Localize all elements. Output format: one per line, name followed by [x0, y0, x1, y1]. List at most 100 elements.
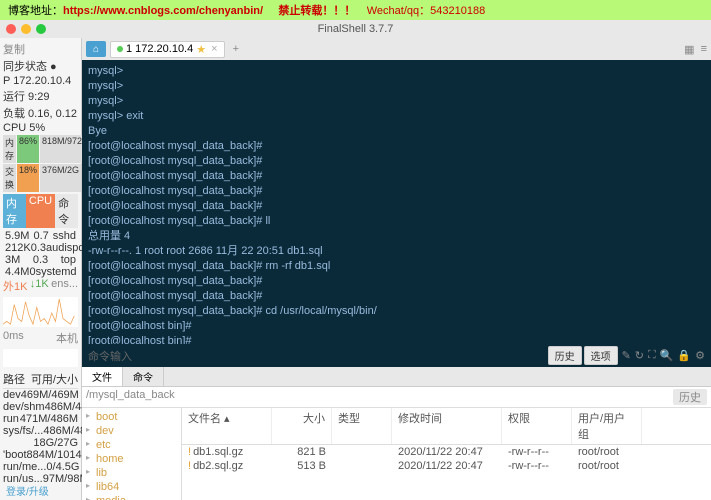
process-row: 212K0.3audispd [3, 242, 78, 254]
swap-val: 376M/2G [40, 164, 81, 192]
tree-item[interactable]: etc [84, 438, 179, 452]
current-path[interactable]: /mysql_data_back [86, 389, 175, 405]
uptime: 运行 9:29 [3, 88, 78, 104]
mem-label: 内存 [3, 135, 16, 163]
tree-item[interactable]: home [84, 452, 179, 466]
list-icon[interactable]: ≡ [701, 43, 707, 56]
process-row: 4.4M0systemd [3, 266, 78, 278]
cmd-placeholder[interactable]: 命令输入 [88, 348, 132, 364]
terminal-line: mysql> [88, 64, 705, 79]
command-input-row: 命令输入 历史 选项 ✎ ↻ ⛶ 🔍 🔒 ⚙ [82, 344, 711, 367]
disk-hdr-path: 路径 [3, 371, 25, 387]
login-upgrade-link[interactable]: 登录/升级 [0, 481, 55, 500]
cpu-percent: 5% [29, 122, 45, 134]
net-out: 外1K [3, 278, 27, 294]
chart-host: 本机 [56, 330, 78, 346]
col-perm[interactable]: 权限 [502, 408, 572, 444]
home-button[interactable]: ⌂ [86, 41, 106, 57]
process-row: 5.9M0.7sshd [3, 230, 78, 242]
mem-pct: 86% [17, 135, 39, 163]
contact-value: 543210188 [430, 5, 485, 17]
disk-row: dev469M/469M [3, 389, 78, 401]
disk-row: 18G/27G [3, 437, 78, 449]
terminal-line: [root@localhost mysql_data_back]# rm -rf… [88, 259, 705, 274]
terminal-line: [root@localhost mysql_data_back]# [88, 139, 705, 154]
disk-row: 'boot884M/1014M [3, 449, 78, 461]
cpu-label: CPU [3, 122, 26, 134]
session-tab[interactable]: 1 172.20.10.4 ★ × [110, 41, 225, 58]
terminal-line: [root@localhost mysql_data_back]# [88, 169, 705, 184]
new-tab-button[interactable]: + [229, 43, 243, 55]
tab-ip: 172.20.10.4 [135, 43, 193, 55]
minimize-button[interactable] [21, 24, 31, 34]
terminal-line: [root@localhost mysql_data_back]# [88, 154, 705, 169]
disk-row: run471M/486M [3, 413, 78, 425]
session-tabs: ⌂ 1 172.20.10.4 ★ × + ▦ ≡ [82, 38, 711, 60]
file-row[interactable]: !db1.sql.gz821 B2020/11/22 20:47-rw-r--r… [182, 445, 711, 459]
history-button[interactable]: 历史 [548, 346, 582, 365]
col-type[interactable]: 类型 [332, 408, 392, 444]
tool-icon[interactable]: ✎ [622, 349, 631, 362]
terminal-line: [root@localhost bin]# [88, 334, 705, 344]
file-row[interactable]: !db2.sql.gz513 B2020/11/22 20:47-rw-r--r… [182, 459, 711, 473]
terminal-line: [root@localhost mysql_data_back]# cd /us… [88, 304, 705, 319]
status-sidebar: 复制 同步状态 ● P 172.20.10.4 运行 9:29 负载 0.16,… [0, 38, 82, 500]
load-avg: 负载 0.16, 0.12, 0.07 [3, 105, 78, 121]
search-icon[interactable]: 🔍 [660, 349, 674, 362]
contact-label: Wechat/qq： [367, 5, 430, 17]
ip-address: P 172.20.10.4 [3, 75, 78, 87]
col-owner[interactable]: 用户/用户组 [572, 408, 642, 444]
refresh-icon[interactable]: ↻ [635, 349, 644, 362]
maximize-button[interactable] [36, 24, 46, 34]
window-titlebar: FinalShell 3.7.7 [0, 20, 711, 38]
status-dot-icon [117, 46, 123, 52]
path-history-button[interactable]: 历史 [673, 389, 707, 405]
terminal-line: 总用量 4 [88, 229, 705, 244]
col-date[interactable]: 修改时间 [392, 408, 502, 444]
expand-icon[interactable]: ⛶ [648, 349, 656, 362]
terminal-line: -rw-r--r--. 1 root root 2686 11月 22 20:5… [88, 244, 705, 259]
tree-item[interactable]: dev [84, 424, 179, 438]
chart-time: 0ms [3, 330, 24, 346]
close-button[interactable] [6, 24, 16, 34]
bottom-tabs: 文件 命令 [82, 367, 711, 387]
disk-hdr-avail: 可用/大小 [31, 371, 78, 387]
swap-pct: 18% [17, 164, 39, 192]
proc-tab-cpu[interactable]: CPU [26, 194, 55, 228]
col-name[interactable]: 文件名 ▴ [182, 408, 272, 444]
process-row: 3M0.3top [3, 254, 78, 266]
terminal-line: [root@localhost mysql_data_back]# [88, 184, 705, 199]
copy-label: 复制 [3, 41, 78, 57]
proc-tab-cmd[interactable]: 命令 [55, 194, 78, 228]
path-bar: /mysql_data_back 历史 [82, 387, 711, 408]
terminal-line: mysql> [88, 79, 705, 94]
terminal-line: [root@localhost mysql_data_back]# [88, 274, 705, 289]
lock-icon[interactable]: 🔒 [677, 349, 691, 362]
tree-item[interactable]: lib64 [84, 480, 179, 494]
terminal-line: [root@localhost mysql_data_back]# [88, 199, 705, 214]
col-size[interactable]: 大小 [272, 408, 332, 444]
tree-item[interactable]: boot [84, 410, 179, 424]
blog-url: https://www.cnblogs.com/chenyanbin/ [63, 5, 263, 17]
sync-status: 同步状态 ● [3, 58, 78, 74]
proc-tab-mem[interactable]: 内存 [3, 194, 26, 228]
folder-tree[interactable]: bootdevetchomeliblib64mediamntmysql_data… [82, 408, 182, 500]
tree-item[interactable]: lib [84, 466, 179, 480]
terminal-line: mysql> [88, 94, 705, 109]
tree-item[interactable]: media [84, 494, 179, 500]
tab-commands[interactable]: 命令 [123, 367, 164, 386]
grid-icon[interactable]: ▦ [684, 43, 694, 56]
close-tab-icon[interactable]: × [211, 43, 217, 55]
terminal-line: [root@localhost mysql_data_back]# [88, 289, 705, 304]
app-title: FinalShell 3.7.7 [318, 23, 394, 35]
disk-row: sys/fs/...486M/486M [3, 425, 78, 437]
network-chart [3, 297, 78, 327]
disk-row: run/me...0/4.5G [3, 461, 78, 473]
terminal-line: mysql> exit [88, 109, 705, 124]
terminal[interactable]: mysql>mysql>mysql>mysql> exitBye[root@lo… [82, 60, 711, 344]
gear-icon[interactable]: ⚙ [695, 349, 705, 362]
options-button[interactable]: 选项 [584, 346, 618, 365]
terminal-line: [root@localhost mysql_data_back]# ll [88, 214, 705, 229]
tab-files[interactable]: 文件 [82, 367, 123, 386]
terminal-line: [root@localhost bin]# [88, 319, 705, 334]
